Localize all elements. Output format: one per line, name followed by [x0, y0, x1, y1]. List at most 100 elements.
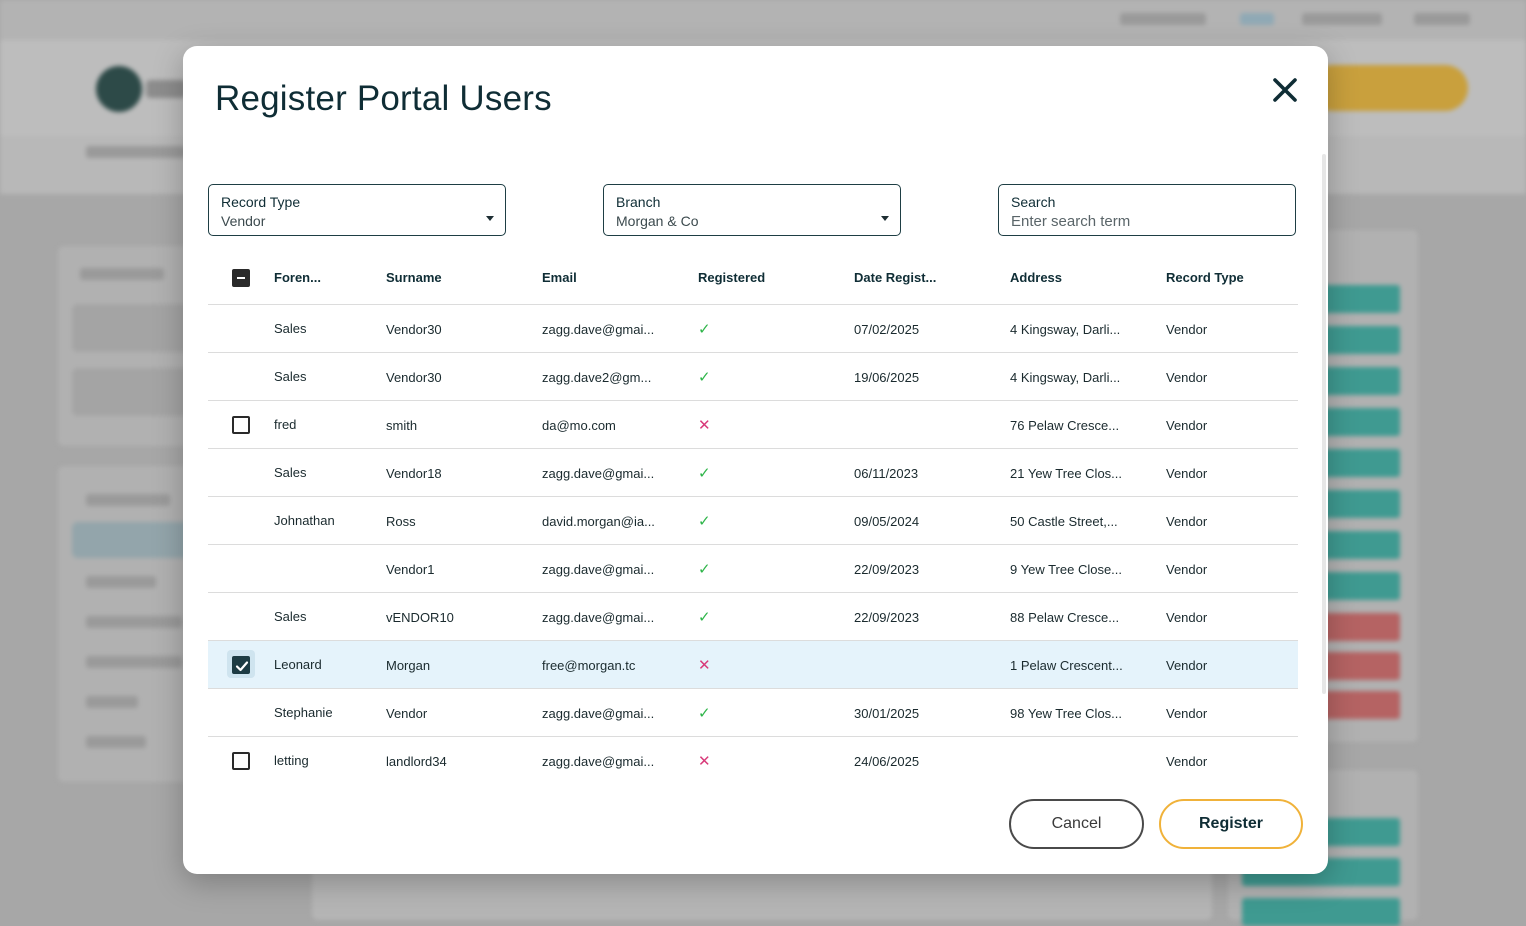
table-row[interactable]: Stephanie Vendor zagg.dave@gmai... ✓ 30/… [208, 689, 1298, 737]
record-type-label: Record Type [221, 194, 301, 210]
cell-address: 1 Pelaw Crescent... [1010, 658, 1123, 673]
search-input[interactable] [1011, 213, 1281, 230]
cell-surname: Vendor30 [386, 370, 442, 385]
cell-record-type: Vendor [1166, 322, 1208, 337]
cell-record-type: Vendor [1166, 610, 1208, 625]
background-link [1120, 13, 1206, 25]
cell-surname: Morgan [386, 658, 431, 673]
background-text [86, 656, 182, 668]
cell-date-registered: 22/09/2023 [854, 610, 920, 625]
cell-email: da@mo.com [542, 418, 616, 433]
column-header-date-registered[interactable]: Date Regist... [854, 270, 936, 285]
background-text [86, 494, 170, 506]
cell-email: zagg.dave@gmai... [542, 466, 655, 481]
caret-down-icon [881, 216, 889, 221]
row-checkbox-checked[interactable] [232, 656, 250, 674]
column-header-email[interactable]: Email [542, 270, 577, 285]
background-nav-active [72, 522, 192, 558]
column-header-address[interactable]: Address [1010, 270, 1062, 285]
background-action [1242, 898, 1400, 926]
record-type-select[interactable]: Record Type Vendor [208, 184, 506, 236]
dialog-scrollbar[interactable] [1322, 154, 1326, 694]
table-row[interactable]: Sales vENDOR10 zagg.dave@gmai... ✓ 22/09… [208, 593, 1298, 641]
row-checkbox[interactable] [232, 416, 250, 434]
cell-surname: Vendor [386, 706, 428, 721]
cell-record-type: Vendor [1166, 418, 1208, 433]
cell-address: 4 Kingsway, Darli... [1010, 370, 1121, 385]
register-portal-users-dialog: Register Portal Users Record Type Vendor… [183, 46, 1328, 874]
cell-record-type: Vendor [1166, 562, 1208, 577]
cell-forename: Sales [274, 321, 307, 336]
cell-address: 76 Pelaw Cresce... [1010, 418, 1120, 433]
table-row[interactable]: Vendor1 zagg.dave@gmai... ✓ 22/09/2023 9… [208, 545, 1298, 593]
cell-record-type: Vendor [1166, 706, 1208, 721]
cell-email: zagg.dave@gmai... [542, 562, 655, 577]
close-button[interactable] [1269, 74, 1301, 106]
table-row[interactable]: letting landlord34 zagg.dave@gmai... ✕ 2… [208, 737, 1298, 784]
cell-surname: Vendor1 [386, 562, 435, 577]
background-text [86, 616, 182, 628]
cell-forename: Sales [274, 465, 307, 480]
close-icon [1273, 78, 1297, 102]
cell-address: 88 Pelaw Cresce... [1010, 610, 1120, 625]
cancel-button[interactable]: Cancel [1009, 799, 1144, 849]
cell-forename: Sales [274, 609, 307, 624]
column-header-record-type[interactable]: Record Type [1166, 270, 1244, 285]
background-text [86, 696, 138, 708]
cell-email: zagg.dave@gmai... [542, 706, 655, 721]
not-registered-cross-icon: ✕ [698, 657, 711, 674]
background-account-button [1310, 65, 1468, 111]
registered-check-icon: ✓ [698, 609, 711, 626]
cell-email: free@morgan.tc [542, 658, 636, 673]
cell-address: 4 Kingsway, Darli... [1010, 322, 1121, 337]
cell-surname: Vendor30 [386, 322, 442, 337]
cell-surname: Vendor18 [386, 466, 442, 481]
cell-record-type: Vendor [1166, 754, 1208, 769]
search-label: Search [1011, 194, 1056, 210]
registered-check-icon: ✓ [698, 705, 711, 722]
cell-address: 9 Yew Tree Close... [1010, 562, 1123, 577]
register-button[interactable]: Register [1159, 799, 1303, 849]
cell-date-registered: 06/11/2023 [854, 466, 919, 481]
checkmark-icon [235, 661, 249, 672]
registered-check-icon: ✓ [698, 561, 711, 578]
background-link [1414, 13, 1470, 25]
column-header-registered[interactable]: Registered [698, 270, 765, 285]
branch-select[interactable]: Branch Morgan & Co [603, 184, 901, 236]
cell-record-type: Vendor [1166, 370, 1208, 385]
cell-forename: fred [274, 417, 297, 432]
background-text [86, 576, 156, 588]
not-registered-cross-icon: ✕ [698, 417, 711, 434]
search-field[interactable]: Search [998, 184, 1296, 236]
background-text [80, 268, 164, 280]
cell-date-registered: 19/06/2025 [854, 370, 920, 385]
row-checkbox[interactable] [232, 752, 250, 770]
cell-address: 98 Yew Tree Clos... [1010, 706, 1123, 721]
column-header-forename[interactable]: Foren... [274, 270, 321, 285]
cell-email: zagg.dave@gmai... [542, 610, 655, 625]
branch-label: Branch [616, 194, 661, 210]
cell-surname: vENDOR10 [386, 610, 454, 625]
cell-date-registered: 07/02/2025 [854, 322, 920, 337]
table-row-selected[interactable]: Leonard Morgan free@morgan.tc ✕ 1 Pelaw … [208, 641, 1298, 689]
background-link [1240, 13, 1274, 25]
table-row[interactable]: Sales Vendor30 zagg.dave@gmai... ✓ 07/02… [208, 305, 1298, 353]
select-all-checkbox[interactable] [232, 269, 250, 287]
cell-forename: Leonard [274, 657, 322, 672]
registered-check-icon: ✓ [698, 465, 711, 482]
registered-check-icon: ✓ [698, 369, 711, 386]
cell-email: zagg.dave@gmai... [542, 322, 655, 337]
cell-date-registered: 30/01/2025 [854, 706, 920, 721]
table-row[interactable]: fred smith da@mo.com ✕ 76 Pelaw Cresce..… [208, 401, 1298, 449]
branch-value: Morgan & Co [616, 213, 699, 229]
cell-surname: Ross [386, 514, 416, 529]
cell-record-type: Vendor [1166, 466, 1208, 481]
registered-check-icon: ✓ [698, 513, 711, 530]
cell-forename: Stephanie [274, 705, 333, 720]
column-header-surname[interactable]: Surname [386, 270, 442, 285]
table-row[interactable]: Johnathan Ross david.morgan@ia... ✓ 09/0… [208, 497, 1298, 545]
background-breadcrumb [86, 146, 186, 158]
table-row[interactable]: Sales Vendor18 zagg.dave@gmai... ✓ 06/11… [208, 449, 1298, 497]
background-logo-text [146, 80, 186, 98]
table-row[interactable]: Sales Vendor30 zagg.dave2@gm... ✓ 19/06/… [208, 353, 1298, 401]
